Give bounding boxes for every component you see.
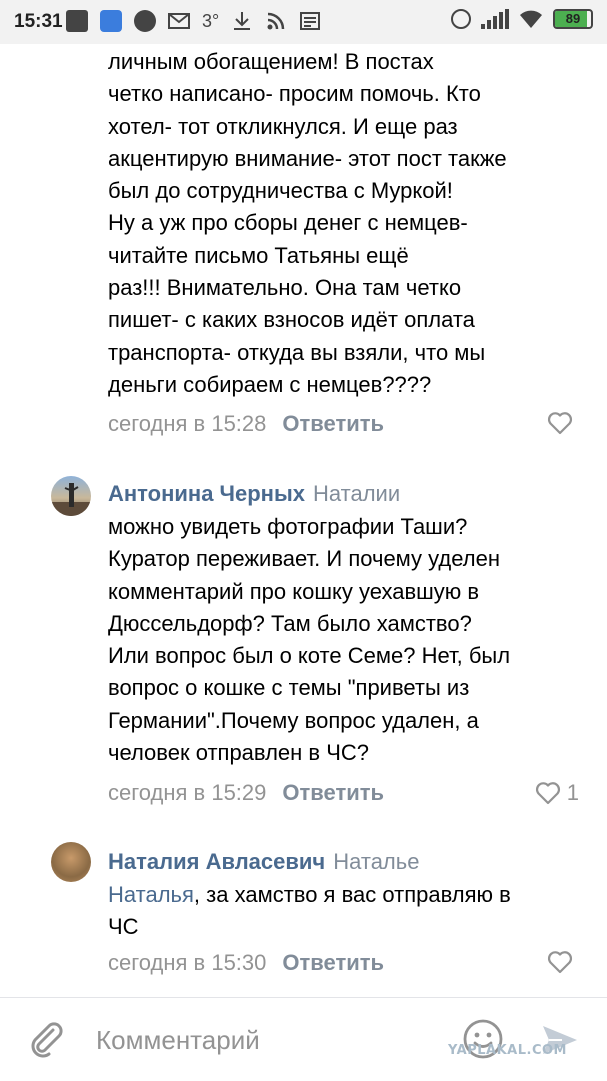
blocked-icon: [134, 10, 156, 32]
watermark: YAPLAKAL.COM: [448, 1043, 567, 1058]
comment-header: Наталия Авласевич Наталье: [108, 847, 419, 877]
comment-meta: сегодня в 15:29 Ответить: [108, 778, 384, 808]
reply-to-name[interactable]: Наталии: [313, 481, 400, 506]
comment-meta: сегодня в 15:28 Ответить: [108, 409, 384, 439]
like-button[interactable]: [547, 950, 579, 974]
reply-to-name[interactable]: Наталье: [333, 849, 419, 874]
like-button[interactable]: 1: [535, 780, 579, 806]
like-button[interactable]: [547, 411, 579, 435]
comment-header: Антонина Черных Наталии: [108, 479, 400, 509]
status-time: 15:31: [14, 11, 63, 32]
paperclip-icon[interactable]: [26, 1018, 66, 1058]
comment-text: личным обогащением! В постах четко напис…: [108, 46, 578, 401]
comment-line: пишет- с каких взносов идёт оплата: [108, 307, 475, 333]
comment-line: транспорта- откуда вы взяли, что мы: [108, 339, 486, 365]
comment-line: Наталья, за хамство я вас отправляю в: [108, 879, 578, 911]
battery-icon: 89: [553, 9, 593, 29]
heart-icon: [547, 412, 573, 435]
mention-link[interactable]: Наталья: [108, 882, 194, 907]
comment-line: Германии".Почему вопрос удален, а: [108, 707, 479, 733]
status-bar: 15:31 3° 89: [0, 0, 607, 44]
comment-timestamp: сегодня в 15:30: [108, 950, 267, 975]
comment-line: человек отправлен в ЧС?: [108, 740, 370, 766]
comment-meta: сегодня в 15:30 Ответить: [108, 948, 384, 978]
avatar[interactable]: [51, 476, 91, 516]
reply-button[interactable]: Ответить: [282, 950, 384, 975]
wifi-icon: [519, 9, 543, 29]
signal-icon: [481, 9, 509, 29]
comment-line: раз!!! Внимательно. Она там четко: [108, 275, 462, 301]
comment-line-text: , за хамство я вас отправляю в: [193, 882, 511, 907]
comment-line: хотел- тот откликнулся. И еще раз: [108, 113, 458, 139]
heart-icon: [535, 782, 560, 805]
rss-icon: [265, 10, 287, 32]
comment-line: четко написано- просим помочь. Кто: [108, 81, 481, 107]
download-icon: [231, 10, 253, 32]
battery-level: 89: [565, 11, 581, 26]
comment-line: личным обогащением! В постах: [108, 49, 434, 74]
comment-timestamp: сегодня в 15:28: [108, 411, 267, 436]
comment-line: был до сотрудничества с Муркой!: [108, 178, 453, 204]
notification-icons: 3°: [66, 10, 321, 32]
comment-input[interactable]: [96, 1020, 436, 1060]
comment-line: акцентирую внимание- этот пост также: [108, 145, 507, 171]
app-notification-icon: [66, 10, 88, 32]
heart-icon: [547, 951, 573, 974]
comment-line: Дюссельдорф? Там было хамство?: [108, 610, 472, 636]
temperature-text: 3°: [202, 11, 220, 31]
alarm-icon: [451, 9, 471, 29]
system-icons: 89: [451, 9, 593, 29]
comment-line: Куратор переживает. И почему уделен: [108, 546, 500, 572]
news-icon: [299, 10, 321, 32]
comment-timestamp: сегодня в 15:29: [108, 780, 267, 805]
comment-line: вопрос о кошке с темы "приветы из: [108, 675, 470, 701]
comment-line: ЧС: [108, 914, 139, 940]
comment-text: можно увидеть фотографии Таши? Куратор п…: [108, 511, 578, 769]
like-count: 1: [566, 780, 579, 805]
comment-line: можно увидеть фотографии Таши?: [108, 514, 468, 539]
reply-button[interactable]: Ответить: [282, 411, 384, 436]
mail-icon: [168, 10, 190, 32]
comment-composer: [0, 997, 607, 1081]
comment-line: деньги собираем с немцев????: [108, 371, 432, 397]
avatar[interactable]: [51, 842, 91, 882]
reply-button[interactable]: Ответить: [282, 780, 384, 805]
author-name[interactable]: Антонина Черных: [108, 481, 305, 506]
comment-text: Наталья, за хамство я вас отправляю в ЧС: [108, 879, 578, 944]
comment-line: Ну а уж про сборы денег с немцев-: [108, 210, 468, 236]
author-name[interactable]: Наталия Авласевич: [108, 849, 325, 874]
comment-line: читайте письмо Татьяны ещё: [108, 242, 409, 268]
comment-line: Или вопрос был о коте Семе? Нет, был: [108, 643, 511, 669]
comment-line: комментарий про кошку уехавшую в: [108, 578, 480, 604]
app-notification-icon: [100, 10, 122, 32]
